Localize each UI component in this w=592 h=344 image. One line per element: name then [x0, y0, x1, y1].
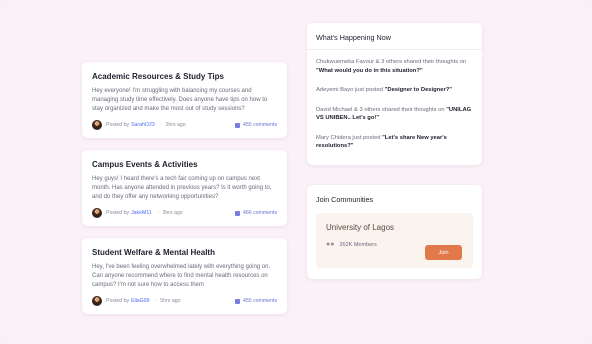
activity-text: Chukwuemeka Favour & 3 others shared the…	[316, 59, 467, 65]
post-card[interactable]: Student Welfare & Mental Health Hey, I'v…	[82, 238, 287, 314]
avatar[interactable]	[92, 296, 102, 306]
section-title: What's Happening Now	[316, 33, 391, 42]
activity-text: David Michael & 3 others shared their th…	[316, 106, 447, 113]
post-time: 5hrs ago	[160, 298, 181, 304]
author-link[interactable]: SarahO23	[131, 122, 155, 128]
community-name[interactable]: University of Lagos	[326, 223, 463, 232]
post-body: Hey everyone! I'm struggling with balanc…	[92, 88, 268, 112]
comment-icon	[234, 298, 240, 304]
posted-by-label: Posted by	[106, 210, 130, 216]
posted-by-label: Posted by	[106, 298, 130, 304]
join-button[interactable]: Join	[425, 245, 462, 260]
post-title[interactable]: Academic Resources & Study Tips	[92, 72, 277, 81]
separator-dot: ·	[160, 122, 163, 128]
activity-item[interactable]: Chukwuemeka Favour & 3 others shared the…	[316, 58, 473, 75]
post-meta: Posted by JakeM11 · 3hrs ago 466 comment…	[92, 208, 277, 218]
post-time: 3hrs ago	[162, 210, 183, 216]
section-title: Join Communities	[316, 195, 374, 204]
activity-text: Adeyemi Bayo just posted	[316, 87, 385, 93]
post-body: Hey guys! I heard there's a tech fair co…	[92, 176, 272, 200]
activity-item[interactable]: Mary Chidera just posted "Let's share Ne…	[316, 134, 473, 151]
post-meta: Posted by EllaG99 · 5hrs ago 455 comment…	[92, 296, 277, 306]
comments-count: 466 comments	[242, 210, 277, 216]
post-title[interactable]: Student Welfare & Mental Health	[92, 248, 277, 257]
author-link[interactable]: EllaG99	[131, 298, 149, 304]
whats-happening-card: What's Happening Now Chukwuemeka Favour …	[307, 23, 482, 165]
separator-dot: ·	[155, 298, 158, 304]
comments-link[interactable]: 455 comments	[234, 122, 277, 128]
post-card[interactable]: Campus Events & Activities Hey guys! I h…	[82, 150, 287, 226]
posted-by-label: Posted by	[106, 122, 130, 128]
comments-count: 455 comments	[242, 122, 277, 128]
activity-item[interactable]: David Michael & 3 others shared their th…	[316, 106, 473, 123]
community-item[interactable]: University of Lagos ●● 262K Members Join	[316, 213, 473, 268]
activity-highlight[interactable]: "Designer to Designer?"	[385, 87, 452, 93]
avatar[interactable]	[92, 120, 102, 130]
post-card[interactable]: Academic Resources & Study Tips Hey ever…	[82, 62, 287, 138]
activity-highlight[interactable]: "What would you do in this situation?"	[316, 68, 423, 74]
separator-dot: ·	[157, 210, 160, 216]
comments-count: 455 comments	[242, 298, 277, 304]
people-icon: ●●	[326, 241, 335, 248]
post-meta: Posted by SarahO23 · 2hrs ago 455 commen…	[92, 120, 277, 130]
comments-link[interactable]: 455 comments	[234, 298, 277, 304]
members-count: 262K Members	[339, 241, 377, 248]
post-body: Hey, I've been feeling overwhelmed latel…	[92, 264, 271, 288]
comments-link[interactable]: 466 comments	[234, 210, 277, 216]
avatar[interactable]	[92, 208, 102, 218]
comment-icon	[234, 122, 240, 128]
activity-item[interactable]: Adeyemi Bayo just posted "Designer to De…	[316, 86, 473, 95]
post-time: 2hrs ago	[165, 122, 186, 128]
join-communities-card: Join Communities University of Lagos ●● …	[307, 185, 482, 279]
author-link[interactable]: JakeM11	[131, 210, 152, 216]
divider	[307, 49, 482, 50]
post-title[interactable]: Campus Events & Activities	[92, 160, 277, 169]
comment-icon	[234, 210, 240, 216]
activity-text: Mary Chidera just posted	[316, 134, 383, 141]
